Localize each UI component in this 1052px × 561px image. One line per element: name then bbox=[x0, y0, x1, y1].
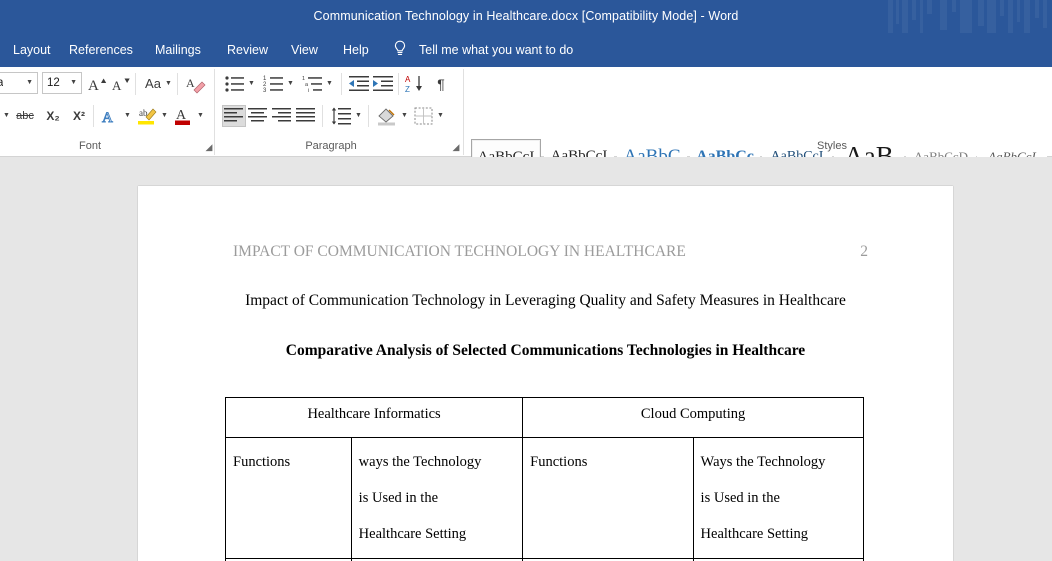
svg-text:A: A bbox=[112, 78, 122, 93]
change-case-icon[interactable]: Aa bbox=[142, 73, 164, 95]
decrease-indent-icon[interactable] bbox=[348, 74, 370, 94]
increase-indent-icon[interactable] bbox=[372, 74, 394, 94]
table-cell: Functions bbox=[225, 437, 352, 559]
chevron-down-icon[interactable]: ▼ bbox=[3, 105, 10, 127]
chevron-down-icon[interactable]: ▼ bbox=[161, 105, 168, 127]
cell-text: Functions bbox=[233, 454, 291, 470]
styles-group-label: Styles bbox=[817, 140, 847, 152]
inline-separator bbox=[177, 73, 178, 95]
table-header-healthcare-informatics: Healthcare Informatics bbox=[224, 397, 524, 438]
svg-text:3: 3 bbox=[263, 88, 267, 94]
chevron-down-icon[interactable]: ▼ bbox=[165, 73, 172, 95]
font-group-label: Font bbox=[78, 140, 101, 152]
align-right-icon[interactable] bbox=[272, 108, 292, 124]
numbering-icon[interactable]: 1 2 3 bbox=[263, 74, 285, 94]
inline-separator bbox=[398, 73, 399, 95]
chevron-down-icon[interactable]: ▼ bbox=[124, 105, 131, 127]
chevron-down-icon[interactable]: ▼ bbox=[326, 73, 333, 95]
page-number: 2 bbox=[860, 243, 868, 260]
ribbon: oma ▼ 12 ▼ A A Aa ▼ A ▼ abc X₂ X² bbox=[0, 67, 1052, 195]
comparison-table[interactable]: Healthcare Informatics Cloud Computing F… bbox=[224, 397, 865, 561]
cell-text: Ways the Technology bbox=[700, 454, 826, 470]
chevron-down-icon[interactable]: ▼ bbox=[437, 105, 444, 127]
lightbulb-icon[interactable] bbox=[392, 39, 408, 59]
chevron-down-icon[interactable]: ▼ bbox=[355, 105, 362, 127]
svg-text:Z: Z bbox=[405, 85, 410, 94]
chevron-down-icon[interactable]: ▼ bbox=[287, 73, 294, 95]
svg-text:A: A bbox=[88, 78, 99, 93]
line-spacing-icon[interactable] bbox=[330, 107, 352, 126]
grow-font-icon[interactable]: A bbox=[88, 75, 108, 93]
window-title: Communication Technology in Healthcare.d… bbox=[313, 9, 739, 23]
justify-icon[interactable] bbox=[296, 108, 316, 124]
cell-text: is Used in the bbox=[358, 490, 439, 506]
cell-text: Healthcare Setting bbox=[700, 526, 809, 542]
font-name-combo[interactable]: oma ▼ bbox=[0, 72, 38, 94]
group-separator bbox=[463, 69, 464, 155]
document-page[interactable]: IMPACT OF COMMUNICATION TECHNOLOGY IN HE… bbox=[138, 186, 953, 561]
table-header-row: Healthcare Informatics Cloud Computing bbox=[224, 397, 864, 438]
cell-text: Healthcare Setting bbox=[358, 526, 467, 542]
chevron-down-icon[interactable]: ▼ bbox=[401, 105, 408, 127]
inline-separator bbox=[368, 105, 369, 127]
table-cell: ways the Technology is Used in the Healt… bbox=[350, 437, 524, 559]
running-header: IMPACT OF COMMUNICATION TECHNOLOGY IN HE… bbox=[233, 243, 686, 260]
cell-text: is Used in the bbox=[700, 490, 780, 506]
chevron-down-icon: ▼ bbox=[70, 79, 77, 86]
text-effects-icon[interactable]: A bbox=[100, 107, 120, 125]
inline-separator bbox=[341, 73, 342, 95]
font-color-icon[interactable]: A bbox=[172, 105, 194, 127]
svg-text:i: i bbox=[308, 88, 309, 94]
tab-references[interactable]: References bbox=[60, 33, 142, 67]
shading-icon[interactable] bbox=[376, 107, 398, 126]
ribbon-tabs: Layout References Mailings Review View H… bbox=[0, 33, 1052, 67]
sort-icon[interactable]: A Z bbox=[405, 74, 427, 94]
bullets-icon[interactable] bbox=[224, 74, 246, 94]
superscript-icon[interactable]: X² bbox=[68, 105, 90, 127]
text-highlight-icon[interactable]: ab bbox=[136, 105, 158, 127]
table-cell: Ways the Technology is Used in the Healt… bbox=[692, 437, 865, 559]
show-formatting-marks-icon[interactable]: ¶ bbox=[432, 73, 450, 95]
svg-text:A: A bbox=[186, 76, 195, 90]
borders-icon[interactable] bbox=[414, 107, 434, 126]
tab-mailings[interactable]: Mailings bbox=[146, 33, 210, 67]
align-left-icon[interactable] bbox=[224, 108, 244, 124]
word-window: Communication Technology in Healthcare.d… bbox=[0, 0, 1052, 561]
chevron-down-icon[interactable]: ▼ bbox=[248, 73, 255, 95]
cell-text: ways the Technology bbox=[358, 454, 482, 470]
shrink-font-icon[interactable]: A bbox=[112, 75, 132, 93]
align-center-icon[interactable] bbox=[248, 108, 268, 124]
tab-help[interactable]: Help bbox=[334, 33, 378, 67]
paragraph-group-label: Paragraph bbox=[305, 140, 357, 152]
font-dialog-launcher[interactable]: ◢ bbox=[203, 141, 215, 153]
table-cell: Functions bbox=[522, 437, 694, 559]
paragraph-dialog-launcher[interactable]: ◢ bbox=[450, 141, 462, 153]
tell-me-box[interactable]: Tell me what you want to do bbox=[419, 33, 573, 67]
subscript-icon[interactable]: X₂ bbox=[42, 105, 64, 127]
svg-text:A: A bbox=[102, 110, 113, 125]
clear-formatting-icon[interactable]: A bbox=[186, 74, 206, 94]
document-title: Impact of Communication Technology in Le… bbox=[245, 292, 846, 309]
table-header-cloud-computing: Cloud Computing bbox=[522, 397, 864, 438]
title-bar: Communication Technology in Healthcare.d… bbox=[0, 0, 1052, 33]
tab-layout[interactable]: Layout bbox=[4, 33, 60, 67]
inline-separator bbox=[93, 105, 94, 127]
inline-separator bbox=[135, 73, 136, 95]
tab-view[interactable]: View bbox=[282, 33, 327, 67]
document-subtitle: Comparative Analysis of Selected Communi… bbox=[285, 342, 806, 359]
tab-review[interactable]: Review bbox=[218, 33, 277, 67]
chevron-down-icon: ▼ bbox=[26, 79, 33, 86]
table-row: Functions ways the Technology is Used in… bbox=[225, 437, 865, 559]
chevron-down-icon[interactable]: ▼ bbox=[197, 105, 204, 127]
document-canvas[interactable]: IMPACT OF COMMUNICATION TECHNOLOGY IN HE… bbox=[0, 157, 1052, 561]
cell-text: Functions bbox=[530, 454, 588, 470]
inline-separator bbox=[322, 105, 323, 127]
svg-text:A: A bbox=[405, 75, 411, 84]
strikethrough-icon[interactable]: abc bbox=[14, 105, 36, 127]
multilevel-list-icon[interactable]: 1 a i bbox=[302, 74, 324, 94]
font-size-combo[interactable]: 12 ▼ bbox=[42, 72, 82, 94]
